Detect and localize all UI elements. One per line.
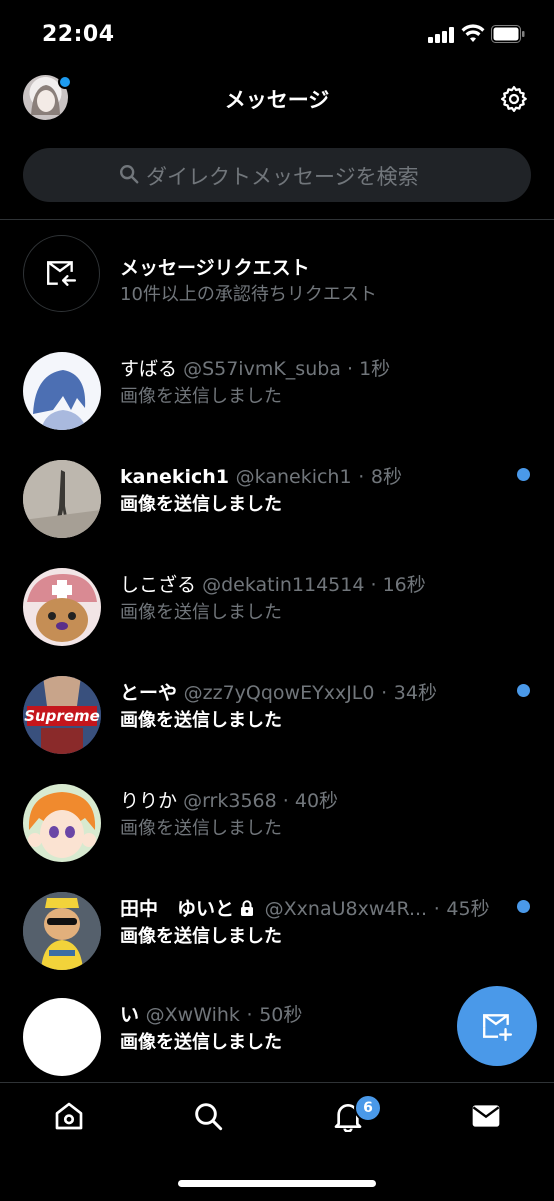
new-message-button[interactable] bbox=[457, 986, 537, 1066]
avatar bbox=[23, 352, 101, 430]
timestamp: 34秒 bbox=[393, 682, 437, 704]
separator-dot: · bbox=[346, 358, 354, 380]
message-requests-title: メッセージリクエスト bbox=[120, 257, 310, 279]
conversation-header: しこざる @dekatin114514 · 16秒 bbox=[120, 570, 426, 597]
cellular-signal-icon bbox=[428, 27, 456, 43]
display-name: すばる bbox=[120, 358, 178, 380]
messages-envelope-icon[interactable] bbox=[470, 1100, 502, 1132]
avatar bbox=[23, 998, 101, 1076]
username: @zz7yQqowEYxxJL0 bbox=[183, 682, 375, 704]
settings-gear-icon[interactable] bbox=[499, 84, 529, 114]
unread-indicator bbox=[517, 900, 530, 913]
conversation-item[interactable]: Supreme とーや @zz7yQqowEYxxJL0 · 34秒 画像を送信… bbox=[0, 676, 554, 784]
avatar bbox=[23, 460, 101, 538]
separator-dot: · bbox=[282, 790, 289, 812]
message-request-icon-circle bbox=[23, 235, 100, 312]
separator-dot: · bbox=[370, 574, 377, 596]
timestamp: 50秒 bbox=[259, 1004, 303, 1026]
envelope-plus-icon bbox=[483, 1014, 513, 1042]
avatar: Supreme bbox=[23, 676, 101, 754]
conversation-item[interactable]: りりか @rrk3568 · 40秒 画像を送信しました bbox=[0, 784, 554, 892]
conversation-header: kanekich1 @kanekich1 · 8秒 bbox=[120, 462, 402, 489]
conversation-item[interactable]: 田中 ゆいと @XxnaU8xw4R... · 45秒 画像を送信しました bbox=[0, 892, 554, 1000]
message-preview: 画像を送信しました bbox=[120, 818, 282, 839]
display-name: とーや bbox=[120, 682, 178, 704]
conversation-item[interactable]: すばる @S57ivmK_suba · 1秒 画像を送信しました bbox=[0, 352, 554, 460]
unread-indicator bbox=[517, 684, 530, 697]
svg-text:Supreme: Supreme bbox=[24, 707, 100, 725]
unread-indicator bbox=[517, 468, 530, 481]
conversation-header: い @XwWihk · 50秒 bbox=[120, 1000, 302, 1027]
lock-icon bbox=[241, 900, 254, 916]
battery-icon bbox=[491, 25, 525, 43]
status-time: 22:04 bbox=[42, 22, 115, 47]
username: @XxnaU8xw4R... bbox=[264, 898, 428, 920]
username: @kanekich1 bbox=[235, 466, 352, 488]
display-name: 田中 ゆいと bbox=[120, 898, 235, 920]
status-bar: 22:04 bbox=[0, 0, 554, 70]
display-name: kanekich1 bbox=[120, 466, 230, 488]
timestamp: 8秒 bbox=[370, 466, 402, 488]
conversation-header: すばる @S57ivmK_suba · 1秒 bbox=[120, 354, 390, 381]
message-preview: 画像を送信しました bbox=[120, 926, 282, 947]
separator-dot: · bbox=[246, 1004, 253, 1026]
page-title: メッセージ bbox=[224, 88, 330, 112]
envelope-arrow-icon bbox=[47, 261, 77, 286]
divider bbox=[0, 219, 554, 220]
display-name: しこざる bbox=[120, 574, 197, 596]
separator-dot: · bbox=[381, 682, 388, 704]
home-icon[interactable] bbox=[53, 1100, 85, 1132]
separator-dot: · bbox=[358, 466, 365, 488]
wifi-icon bbox=[461, 24, 485, 42]
username: @rrk3568 bbox=[183, 790, 277, 812]
timestamp: 45秒 bbox=[446, 898, 490, 920]
timestamp: 1秒 bbox=[359, 358, 391, 380]
conversation-item[interactable]: kanekich1 @kanekich1 · 8秒 画像を送信しました bbox=[0, 460, 554, 568]
conversation-header: とーや @zz7yQqowEYxxJL0 · 34秒 bbox=[120, 678, 437, 705]
search-placeholder: ダイレクトメッセージを検索 bbox=[146, 165, 419, 189]
conversation-header: 田中 ゆいと @XxnaU8xw4R... · 45秒 bbox=[120, 894, 490, 921]
message-preview: 画像を送信しました bbox=[120, 602, 282, 623]
conversation-item[interactable]: しこざる @dekatin114514 · 16秒 画像を送信しました bbox=[0, 568, 554, 676]
avatar bbox=[23, 892, 101, 970]
display-name: りりか bbox=[120, 790, 178, 812]
message-requests-subtitle: 10件以上の承認待ちリクエスト bbox=[120, 284, 377, 305]
home-indicator[interactable] bbox=[178, 1180, 376, 1187]
search-icon bbox=[120, 165, 139, 184]
avatar bbox=[23, 568, 101, 646]
avatar bbox=[23, 784, 101, 862]
message-preview: 画像を送信しました bbox=[120, 710, 282, 731]
timestamp: 16秒 bbox=[382, 574, 426, 596]
message-preview: 画像を送信しました bbox=[120, 1032, 282, 1053]
notifications-badge: 6 bbox=[354, 1094, 382, 1122]
timestamp: 40秒 bbox=[294, 790, 339, 812]
username: @XwWihk bbox=[145, 1004, 240, 1026]
conversation-header: りりか @rrk3568 · 40秒 bbox=[120, 786, 338, 813]
separator-dot: · bbox=[433, 898, 440, 920]
message-preview: 画像を送信しました bbox=[120, 386, 282, 407]
search-tab-icon[interactable] bbox=[192, 1100, 224, 1132]
message-preview: 画像を送信しました bbox=[120, 494, 282, 515]
username: @S57ivmK_suba bbox=[183, 358, 341, 380]
display-name: い bbox=[120, 1004, 140, 1026]
username: @dekatin114514 bbox=[202, 574, 365, 596]
